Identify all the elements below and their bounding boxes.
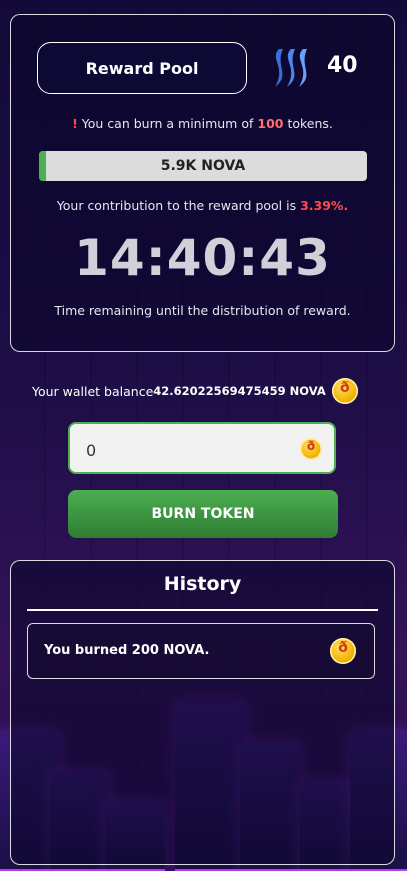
wallet-balance: Your wallet balance 42.62022569475459 NO… <box>32 378 358 404</box>
reward-pool-progress: 5.9K NOVA <box>39 151 367 181</box>
contribution-percent: 3.39%. <box>300 198 349 213</box>
countdown-timer: 14:40:43 <box>74 229 331 287</box>
wallet-amount: 42.62022569475459 NOVA <box>153 384 326 398</box>
time-remaining-note: Time remaining until the distribution of… <box>54 303 351 318</box>
contribution-note: Your contribution to the reward pool is … <box>56 198 349 213</box>
reward-pool-card: Reward Pool 40 ! You can burn a minimum … <box>10 14 395 352</box>
nova-coin-icon <box>330 638 356 664</box>
wallet-label: Your wallet balance <box>32 383 154 399</box>
steem-logo-icon <box>275 49 307 87</box>
reward-pool-button[interactable]: Reward Pool <box>37 42 247 94</box>
history-item-text: You burned 200 NOVA. <box>44 643 210 658</box>
history-item: You burned 200 NOVA. <box>27 623 375 679</box>
burn-token-button[interactable]: BURN TOKEN <box>68 490 338 538</box>
progress-label: 5.9K NOVA <box>160 158 246 174</box>
burn-amount-field[interactable] <box>68 422 336 474</box>
nova-coin-icon <box>331 378 358 404</box>
reward-pool-title: Reward Pool <box>85 58 199 78</box>
minimum-amount: 100 <box>257 116 284 131</box>
minimum-burn-note: ! You can burn a minimum of 100 tokens. <box>72 116 333 131</box>
warning-icon: ! <box>72 116 78 131</box>
history-title: History <box>163 573 242 595</box>
burn-amount-input[interactable] <box>84 436 288 464</box>
divider <box>27 609 378 611</box>
participant-count: 40 <box>327 53 358 78</box>
nova-coin-icon <box>300 438 322 460</box>
history-card: History You burned 200 NOVA. <box>10 560 395 865</box>
